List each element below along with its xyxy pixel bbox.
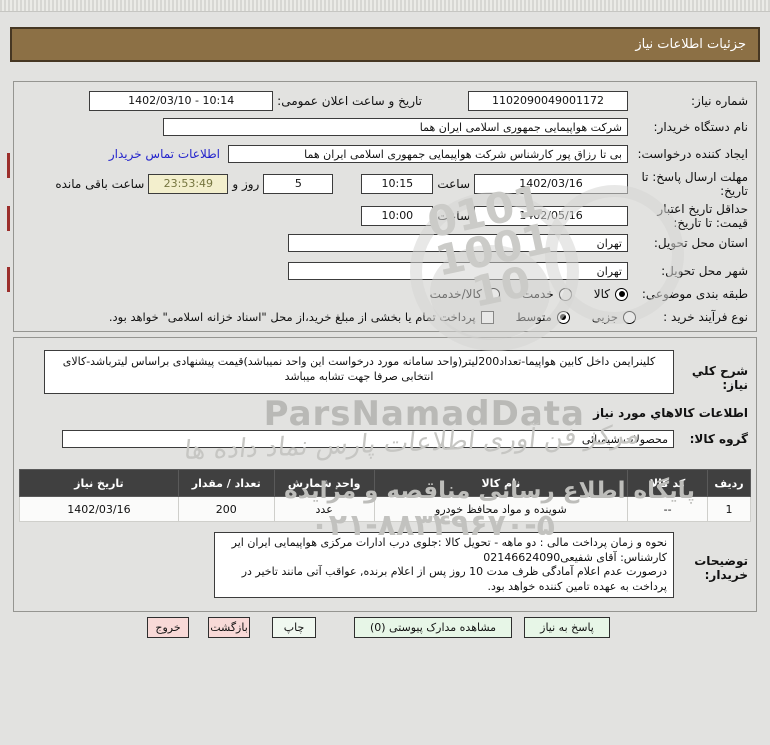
buyer-notes-field[interactable]: نحوه و زمان پرداخت مالی : دو ماهه - تحوی… [214,532,674,598]
radio-goods-service[interactable] [486,287,500,301]
exit-button[interactable]: خروج [147,617,189,638]
radio-medium-label: متوسط [515,310,552,325]
need-number-field[interactable]: 1102090049001172 [468,91,628,111]
goods-section-header-row: اطلاعات کالاهاي مورد نیاز [22,406,748,420]
province-row: استان محل تحویل: تهران [22,234,748,252]
need-description-label: شرح کلي نیاز: [691,364,748,392]
print-button[interactable]: چاپ [272,617,316,638]
treasury-checkbox-label: پرداخت تمام یا بخشی از مبلغ خرید،از محل … [108,310,476,325]
radio-medium[interactable] [556,310,570,324]
response-deadline-row: مهلت ارسال پاسخ: تا تاریخ: 1402/03/16 سا… [22,170,748,199]
respond-to-need-button[interactable]: پاسخ به نیاز [524,617,610,638]
page-title-text: جزئیات اطلاعات نیاز [635,37,746,52]
radio-service[interactable] [558,287,572,301]
hour-label: ساعت [437,209,470,224]
radio-partial[interactable] [623,310,636,324]
cell-count-unit: عدد [273,496,375,522]
goods-group-field[interactable]: محصولات شیمیائی [62,430,674,448]
city-row: شهر محل تحویل: تهران [22,262,748,280]
province-field[interactable]: تهران [288,234,628,252]
announce-datetime-label: تاریخ و ساعت اعلان عمومی: [277,94,422,108]
price-validity-label: حداقل تاریخ اعتبار قیمت: تا تاریخ: [657,202,748,231]
goods-group-label: گروه کالا: [689,432,748,446]
radio-goods[interactable] [615,287,628,301]
need-number-row: شماره نیاز: 1102090049001172 تاریخ و ساع… [22,91,748,111]
city-label: شهر محل تحویل: [661,263,748,278]
price-validity-time-field[interactable]: 10:00 [361,206,434,227]
goods-group-row: گروه کالا: محصولات شیمیائی [22,430,748,448]
province-label: استان محل تحویل: [653,235,748,250]
need-details-page: جزئیات اطلاعات نیاز شماره نیاز: 11020900… [0,0,770,745]
days-remaining-field: 5 [263,174,334,195]
red-edge-marker [7,153,10,178]
red-edge-marker [7,206,10,231]
countdown-timer: 23:53:49 [148,174,229,195]
treasury-checkbox[interactable] [480,310,494,324]
view-attachments-button[interactable]: مشاهده مدارک پیوستی (0) [354,617,512,638]
red-edge-marker [7,267,10,292]
goods-table: ردیف کد کالا نام کالا واحد شمارش تعداد /… [19,469,751,522]
radio-partial-label: جزیی [591,310,618,325]
general-info-panel: شماره نیاز: 1102090049001172 تاریخ و ساع… [13,81,757,332]
classification-row: طبقه بندی موضوعی: کالا خدمت کالا/خدمت [22,287,748,301]
cell-need-date: 1402/03/16 [19,496,179,522]
need-description-field[interactable]: کلینرایمن داخل کابین هواپیما-تعداد200لیت… [44,350,674,394]
price-validity-row: حداقل تاریخ اعتبار قیمت: تا تاریخ: 1402/… [22,202,748,231]
buyer-contact-link[interactable]: اطلاعات تماس خریدار [109,147,220,161]
action-buttons: پاسخ به نیاز مشاهده مدارک پیوستی (0) چاپ… [147,617,610,638]
response-deadline-label: مهلت ارسال پاسخ: تا تاریخ: [641,170,748,199]
need-description-row: شرح کلي نیاز: کلینرایمن داخل کابین هواپی… [22,350,748,394]
col-quantity: تعداد / مقدار [177,469,275,497]
col-goods-name: نام کالا [373,469,629,497]
radio-goods-service-label: کالا/خدمت [429,287,482,302]
cell-goods-name: شوینده و مواد محافظ خودرو [373,496,629,522]
city-field[interactable]: تهران [288,262,628,280]
need-number-label: شماره نیاز: [691,93,748,108]
goods-table-row: 1 -- شوینده و مواد محافظ خودرو عدد 200 1… [19,496,751,522]
radio-service-label: خدمت [521,287,554,302]
radio-goods-label: کالا [593,287,610,302]
page-top-texture [0,0,770,12]
buyer-notes-label: توضیحات خریدار: [694,554,748,582]
request-creator-label: ایجاد کننده درخواست: [637,146,748,161]
buyer-org-field[interactable]: شرکت هواپیمایی جمهوری اسلامی ایران هما [163,118,628,136]
hour-label: ساعت [437,177,470,192]
response-deadline-date-field[interactable]: 1402/03/16 [474,174,628,195]
col-count-unit: واحد شمارش [273,469,375,497]
response-deadline-time-field[interactable]: 10:15 [361,174,434,195]
announce-datetime-field[interactable]: 1402/03/10 - 10:14 [89,91,274,111]
cell-goods-code: -- [627,496,709,522]
page-title: جزئیات اطلاعات نیاز [10,27,760,62]
purchase-process-row: نوع فرآیند خرید : جزیی متوسط پرداخت تمام… [22,310,748,324]
price-validity-date-field[interactable]: 1402/05/16 [474,206,628,227]
cell-quantity: 200 [177,496,275,522]
goods-table-header-row: ردیف کد کالا نام کالا واحد شمارش تعداد /… [19,469,751,497]
countdown-label: ساعت باقی مانده [55,177,145,192]
goods-info-panel: شرح کلي نیاز: کلینرایمن داخل کابین هواپی… [13,337,757,612]
classification-label: طبقه بندی موضوعی: [641,287,748,301]
buyer-org-row: نام دستگاه خریدار: شرکت هواپیمایی جمهوری… [22,118,748,136]
col-row-index: ردیف [707,469,751,497]
request-creator-row: ایجاد کننده درخواست: بی تا رزاق پور کارش… [22,145,748,163]
days-label: روز و [232,177,260,192]
buyer-notes-row: توضیحات خریدار: نحوه و زمان پرداخت مالی … [22,532,748,598]
buyer-org-label: نام دستگاه خریدار: [653,119,749,134]
col-goods-code: کد کالا [627,469,709,497]
back-button[interactable]: بازگشت [208,617,250,638]
request-creator-field[interactable]: بی تا رزاق پور کارشناس شرکت هواپیمایی جم… [228,145,628,163]
cell-row-index: 1 [707,496,751,522]
goods-section-header: اطلاعات کالاهاي مورد نیاز [593,406,748,420]
purchase-process-label: نوع فرآیند خرید : [663,310,748,324]
col-need-date: تاریخ نیاز [19,469,179,497]
